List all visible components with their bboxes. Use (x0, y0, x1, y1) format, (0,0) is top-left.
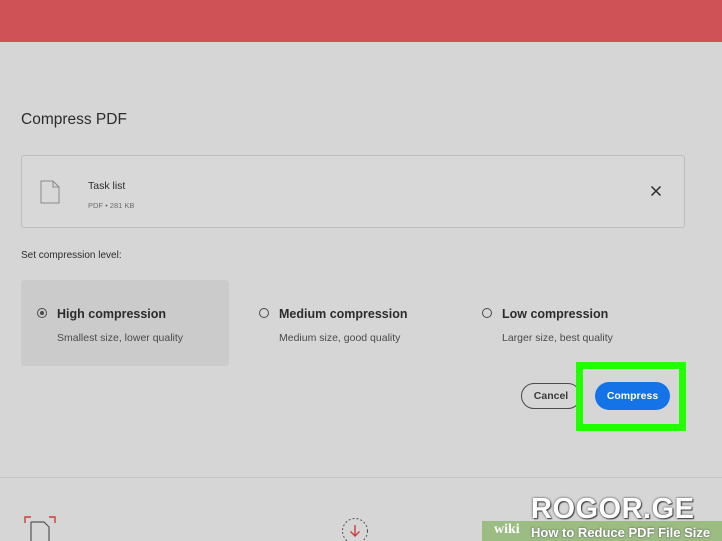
option-subtitle: Larger size, best quality (502, 332, 613, 344)
option-title: High compression (57, 307, 167, 321)
option-subtitle: Medium size, good quality (279, 332, 401, 344)
compression-level-label: Set compression level: (21, 250, 122, 261)
compress-button[interactable]: Compress (595, 382, 670, 410)
radio-high-compression[interactable] (37, 308, 47, 318)
option-subtitle: Smallest size, lower quality (57, 332, 184, 344)
file-name: Task list (88, 180, 126, 192)
file-meta: PDF • 281 KB (88, 201, 135, 210)
option-title: Low compression (502, 307, 609, 321)
divider (0, 477, 722, 478)
document-icon[interactable] (24, 516, 56, 541)
watermark-brand: ROGOR.GE (531, 493, 695, 525)
cancel-button[interactable]: Cancel (521, 383, 581, 409)
close-icon[interactable] (650, 185, 662, 197)
option-low-compression[interactable]: Low compression Larger size, best qualit… (466, 280, 686, 366)
option-medium-compression[interactable]: Medium compression Medium size, good qua… (243, 280, 453, 366)
app-header-bar (0, 0, 722, 42)
watermark-wiki-logo: wiki (494, 522, 520, 537)
option-title: Medium compression (279, 307, 408, 321)
option-high-compression[interactable]: High compression Smallest size, lower qu… (21, 280, 229, 366)
file-card: Task list PDF • 281 KB (21, 155, 685, 228)
document-icon (40, 180, 60, 204)
radio-low-compression[interactable] (482, 308, 492, 318)
radio-medium-compression[interactable] (259, 308, 269, 318)
dialog-title: Compress PDF (21, 111, 127, 128)
watermark-caption: How to Reduce PDF File Size (531, 525, 711, 540)
download-icon[interactable] (341, 517, 369, 541)
